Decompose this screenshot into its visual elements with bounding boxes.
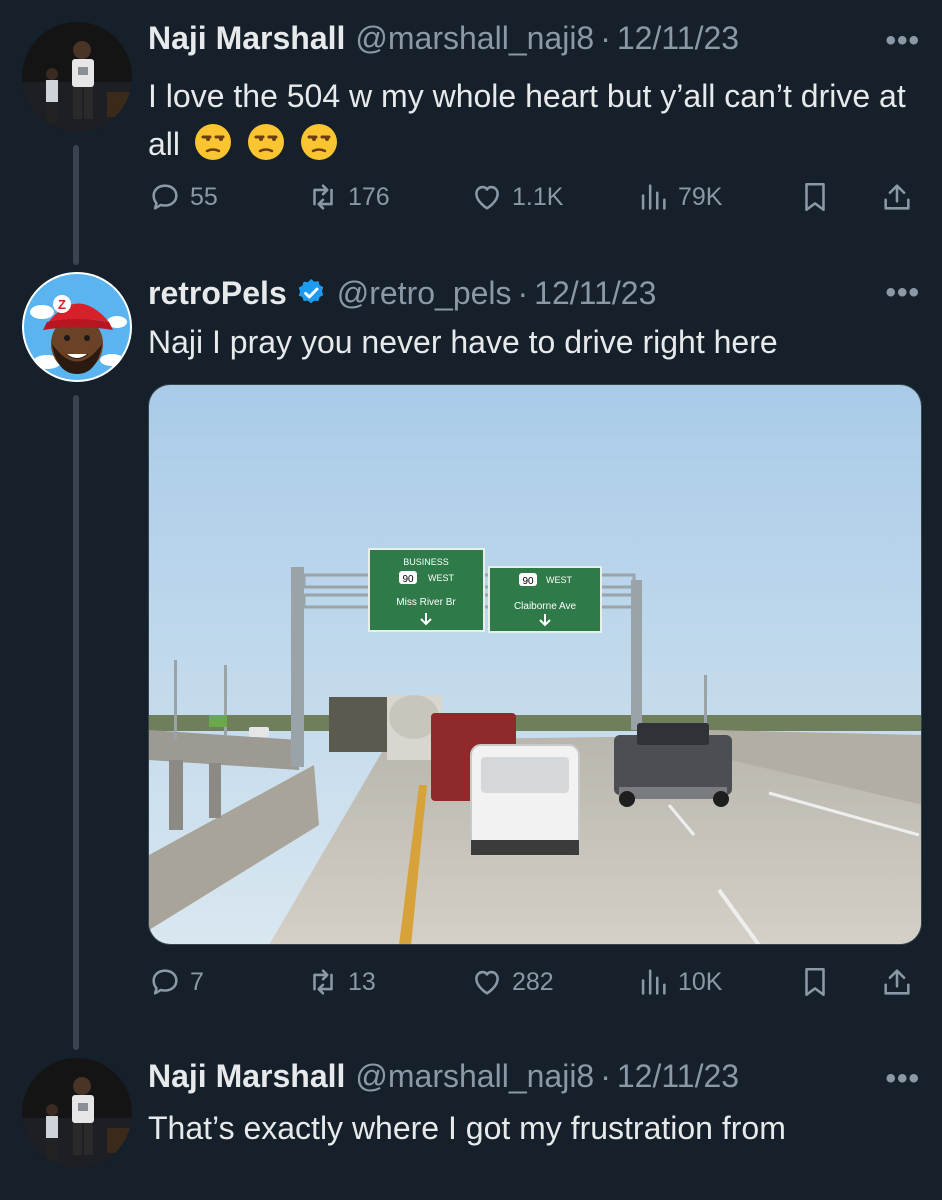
more-options-icon[interactable]: ••• — [885, 276, 920, 310]
display-name[interactable]: Naji Marshall — [148, 20, 345, 57]
tweet-text-content: Naji I pray you never have to drive righ… — [148, 324, 778, 360]
avatar[interactable] — [22, 22, 132, 132]
tweet-header: Naji Marshall @marshall_naji8 · 12/11/23 — [148, 20, 739, 57]
unamused-face-icon — [242, 124, 295, 162]
tweet-text-content: That’s exactly where I got my frustratio… — [148, 1110, 786, 1146]
tweet-text: That’s exactly where I got my frustratio… — [148, 1104, 848, 1152]
like-count: 282 — [512, 967, 554, 996]
like-count: 1.1K — [512, 182, 564, 211]
unamused-face-icon — [295, 124, 339, 162]
sign-direction: WEST — [546, 575, 573, 585]
reply-icon — [152, 184, 178, 210]
tweet-date[interactable]: 12/11/23 — [617, 20, 739, 57]
bookmark-button[interactable] — [798, 965, 840, 999]
view-count: 79K — [678, 182, 723, 211]
highway-sign-right: 90 WEST Claiborne Ave — [488, 566, 602, 633]
tweet-text: I love the 504 w my whole heart but y’al… — [148, 72, 918, 168]
heart-icon — [475, 185, 499, 210]
retweet-button[interactable]: 13 — [306, 965, 376, 999]
view-count: 10K — [678, 967, 723, 996]
separator-dot: · — [517, 275, 529, 311]
share-button[interactable] — [880, 965, 922, 999]
retweet-button[interactable]: 176 — [306, 180, 390, 214]
reply-icon — [152, 969, 178, 995]
reply-count: 55 — [190, 182, 218, 211]
display-name[interactable]: Naji Marshall — [148, 1058, 345, 1095]
tweet-date[interactable]: 12/11/23 — [617, 1058, 739, 1095]
user-handle[interactable]: @retro_pels — [337, 275, 512, 312]
retweet-count: 176 — [348, 182, 390, 211]
share-icon — [884, 969, 910, 995]
avatar[interactable] — [22, 1058, 132, 1168]
tweet-photo[interactable]: BUSINESS 90 WEST Miss River Br 90 WEST C… — [148, 384, 922, 945]
retweet-icon — [313, 969, 333, 995]
reply-button[interactable]: 55 — [148, 180, 218, 214]
analytics-icon — [641, 184, 666, 210]
display-name[interactable]: retroPels — [148, 275, 287, 312]
retweet-count: 13 — [348, 967, 376, 996]
retweet-icon — [313, 184, 333, 210]
sign-destination: Claiborne Ave — [514, 601, 577, 612]
sign-destination: Miss River Br — [396, 597, 456, 608]
tweet-header: retroPels @retro_pels · 12/11/23 — [148, 272, 656, 312]
separator-dot: · — [600, 20, 611, 56]
tweet-text: Naji I pray you never have to drive righ… — [148, 318, 918, 366]
tweet-actions: 7 13 282 10K — [148, 965, 920, 1005]
sign-line1: BUSINESS — [403, 557, 449, 567]
tweet-1[interactable]: Naji Marshall @marshall_naji8 · 12/11/23… — [0, 0, 942, 250]
analytics-icon — [641, 969, 666, 995]
highway-sign-left: BUSINESS 90 WEST Miss River Br — [368, 548, 485, 632]
bookmark-icon — [805, 182, 825, 212]
conversation-thread: Naji Marshall @marshall_naji8 · 12/11/23… — [0, 0, 942, 1200]
sign-route: 90 — [402, 574, 414, 585]
tweet-actions: 55 176 1.1K 79K — [148, 180, 920, 220]
like-button[interactable]: 1.1K — [470, 180, 563, 214]
avatar[interactable]: Z — [22, 272, 132, 382]
separator-dot: · — [600, 1058, 611, 1094]
views-button[interactable]: 10K — [636, 965, 722, 999]
sign-route: 90 — [522, 576, 534, 587]
share-icon — [884, 184, 910, 210]
bookmark-icon — [805, 967, 825, 997]
like-button[interactable]: 282 — [470, 965, 554, 999]
reply-button[interactable]: 7 — [148, 965, 204, 999]
tweet-date[interactable]: 12/11/23 — [534, 275, 656, 312]
tweet-header: Naji Marshall @marshall_naji8 · 12/11/23 — [148, 1058, 739, 1095]
user-handle[interactable]: @marshall_naji8 — [355, 1058, 594, 1095]
bookmark-button[interactable] — [798, 180, 840, 214]
unamused-face-icon — [189, 124, 242, 162]
views-button[interactable]: 79K — [636, 180, 722, 214]
more-options-icon[interactable]: ••• — [885, 24, 920, 58]
more-options-icon[interactable]: ••• — [885, 1062, 920, 1096]
sign-direction: WEST — [428, 573, 455, 583]
heart-icon — [475, 970, 499, 995]
tweet-3[interactable]: Naji Marshall @marshall_naji8 · 12/11/23… — [0, 1040, 942, 1200]
verified-badge-icon — [287, 272, 327, 312]
reply-count: 7 — [190, 967, 204, 996]
share-button[interactable] — [880, 180, 922, 214]
svg-text:Z: Z — [58, 297, 66, 312]
user-handle[interactable]: @marshall_naji8 — [355, 20, 594, 57]
